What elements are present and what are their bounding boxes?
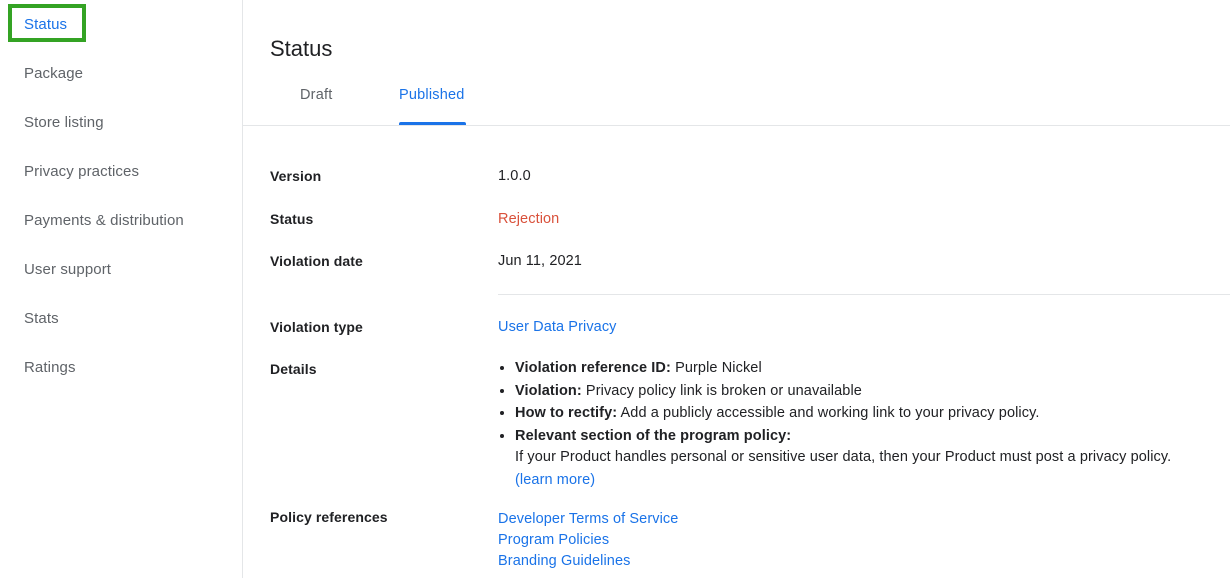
sidebar-item-label: Privacy practices: [24, 163, 140, 180]
violation-type-link[interactable]: User Data Privacy: [498, 319, 617, 335]
sidebar-item-payments-distribution[interactable]: Payments & distribution: [0, 196, 242, 245]
row-value-violation-type: User Data Privacy: [498, 319, 617, 335]
row-label-status: Status: [270, 211, 314, 227]
row-label-violation-type: Violation type: [270, 319, 363, 335]
sidebar: Status Package Store listing Privacy pra…: [0, 0, 243, 578]
tab-label: Published: [399, 87, 465, 103]
tab-active-underline: [399, 122, 466, 125]
sidebar-item-label: Stats: [24, 310, 59, 327]
tab-bar: Draft Published: [243, 84, 1230, 126]
sidebar-item-label: User support: [24, 261, 112, 278]
row-label-details: Details: [270, 361, 317, 377]
bullet-text: Add a publicly accessible and working li…: [617, 405, 1040, 421]
bullet-text: Privacy policy link is broken or unavail…: [581, 382, 862, 399]
row-label-violation-date: Violation date: [270, 253, 363, 269]
sidebar-item-status[interactable]: Status: [0, 0, 242, 49]
sidebar-item-store-listing[interactable]: Store listing: [0, 98, 242, 147]
list-item: How to rectify: Add a publicly accessibl…: [515, 402, 1171, 425]
tab-label: Draft: [300, 87, 333, 103]
main-content: Status Draft Published Version 1.0.0 Sta…: [243, 0, 1231, 578]
list-item: Violation reference ID: Purple Nickel: [515, 357, 1171, 380]
details-bullet-list: Violation reference ID: Purple Nickel Vi…: [498, 357, 1171, 491]
list-item: Relevant section of the program policy: …: [515, 425, 1171, 491]
sidebar-item-label: Package: [24, 65, 84, 82]
bullet-term: Violation reference ID:: [515, 360, 671, 376]
row-label-policy-references: Policy references: [270, 509, 388, 525]
bullet-term: How to rectify:: [515, 405, 618, 421]
sidebar-nav-list: Status Package Store listing Privacy pra…: [0, 0, 242, 392]
tab-published[interactable]: Published: [399, 84, 466, 125]
row-value-violation-date: Jun 11, 2021: [498, 253, 582, 269]
bullet-term: Relevant section of the program policy:: [515, 427, 792, 444]
learn-more-line: (learn more): [515, 469, 1171, 491]
app-root: Status Package Store listing Privacy pra…: [0, 0, 1231, 578]
status-badge: Rejection: [498, 211, 560, 227]
sidebar-item-label: Ratings: [24, 359, 76, 376]
policy-link-developer-terms[interactable]: Developer Terms of Service: [498, 509, 678, 530]
learn-more-link[interactable]: (learn more): [515, 472, 595, 488]
page-title: Status: [270, 35, 333, 61]
sidebar-item-label: Payments & distribution: [24, 212, 184, 229]
policy-link-branding-guidelines[interactable]: Branding Guidelines: [498, 551, 678, 572]
details-sub-text: If your Product handles personal or sens…: [515, 449, 1172, 465]
row-value-version: 1.0.0: [498, 168, 531, 184]
section-divider: [498, 294, 1230, 295]
sidebar-item-package[interactable]: Package: [0, 49, 242, 98]
sidebar-item-label: Store listing: [24, 114, 104, 131]
sidebar-item-user-support[interactable]: User support: [0, 245, 242, 294]
tab-draft[interactable]: Draft: [300, 84, 332, 125]
sidebar-item-privacy-practices[interactable]: Privacy practices: [0, 147, 242, 196]
sidebar-item-stats[interactable]: Stats: [0, 294, 242, 343]
policy-link-program-policies[interactable]: Program Policies: [498, 530, 678, 551]
bullet-text: Purple Nickel: [670, 360, 762, 376]
policy-links-group: Developer Terms of Service Program Polic…: [498, 509, 678, 572]
row-label-version: Version: [270, 168, 322, 184]
list-item: Violation: Privacy policy link is broken…: [515, 380, 1171, 403]
bullet-term: Violation:: [515, 382, 582, 399]
sidebar-item-ratings[interactable]: Ratings: [0, 343, 242, 392]
sidebar-item-label: Status: [24, 16, 68, 33]
